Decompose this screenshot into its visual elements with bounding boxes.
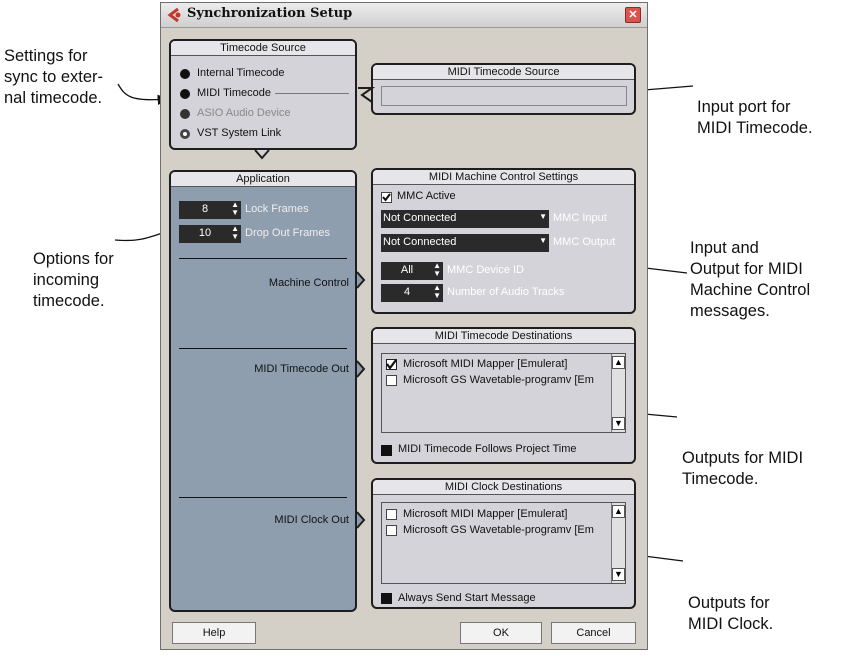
cancel-button[interactable]: Cancel: [551, 622, 636, 644]
ok-button[interactable]: OK: [460, 622, 542, 644]
panel-connectors: [254, 87, 376, 529]
help-button[interactable]: Help: [172, 622, 256, 644]
